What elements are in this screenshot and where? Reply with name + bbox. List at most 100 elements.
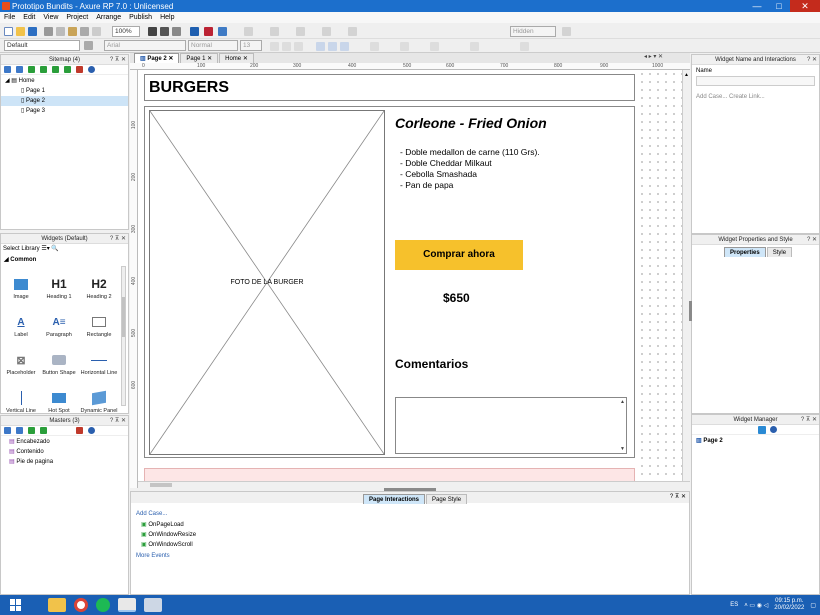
price-label[interactable]: $650 [443,291,470,305]
ingredients-list[interactable]: - Doble medallon de carne (110 Grs). - D… [400,147,540,191]
fill-color-icon[interactable] [400,42,409,51]
close-button[interactable]: ✕ [790,0,820,12]
file-explorer-icon[interactable] [48,598,66,612]
move-down-icon[interactable] [40,427,47,434]
font-select[interactable]: Arial [104,40,186,51]
publish-icon[interactable] [204,27,213,36]
name-input[interactable] [696,76,815,86]
undo-icon[interactable] [80,27,89,36]
menu-arrange[interactable]: Arrange [92,14,125,21]
hidden-checkbox[interactable]: Hidden [510,26,556,37]
axure-taskbar-icon[interactable] [118,598,136,612]
library-menu-icon[interactable]: ☰▾ [41,246,49,252]
move-up-icon[interactable] [28,427,35,434]
clock[interactable]: 09:15 p.m. 20/02/2022 [774,598,804,612]
select-library[interactable]: Select Library ☰▾ 🔍 [1,244,128,255]
canvas-vertical-scrollbar[interactable]: ▲ [682,70,690,481]
sitemap-item-home[interactable]: ◢ ▤ Home [1,76,128,86]
zoom-select[interactable]: 100% [112,26,140,37]
event-on-window-resize[interactable]: ▣ OnWindowResize [141,530,689,540]
align-right-icon[interactable] [340,42,349,51]
style-edit-icon[interactable] [84,41,93,50]
manager-item-page-2[interactable]: ▥ Page 2 [692,435,819,444]
distribute-icon[interactable] [322,27,331,36]
style-select[interactable]: Default [4,40,80,51]
tab-page-style[interactable]: Page Style [426,494,468,504]
sitemap-item-page-2[interactable]: ▯ Page 2 [1,96,128,106]
master-item-contenido[interactable]: ▤ Contenido [1,447,128,457]
event-on-window-scroll[interactable]: ▣ OnWindowScroll [141,540,689,550]
start-button-icon[interactable] [10,599,22,611]
move-down-icon[interactable] [40,66,47,73]
tab-properties[interactable]: Properties [724,247,766,257]
add-page-icon[interactable] [4,66,11,73]
paint-icon[interactable] [144,598,162,612]
widget-hot-spot[interactable]: Hot Spot [39,388,79,413]
select-mode-icon[interactable] [148,27,157,36]
new-file-icon[interactable] [4,27,13,36]
widget-dynamic-panel[interactable]: Dynamic Panel [79,388,119,413]
footer-panel[interactable] [144,468,635,481]
product-title[interactable]: Corleone - Fried Onion [395,115,547,131]
create-link-link[interactable]: Create Link... [729,94,765,100]
minimize-button[interactable]: — [746,0,768,12]
event-on-page-load[interactable]: ▣ OnPageLoad [141,520,689,530]
search-icon[interactable] [88,66,95,73]
widget-horizontal-line[interactable]: Horizontal Line [79,350,119,376]
add-folder-icon[interactable] [16,427,23,434]
widget-vertical-line[interactable]: Vertical Line [1,388,41,413]
lock-icon[interactable] [348,27,357,36]
sitemap-item-page-1[interactable]: ▯ Page 1 [1,86,128,96]
panel-controls-icon[interactable]: ? ⊼ ✕ [110,55,126,65]
spotify-icon[interactable] [96,598,110,612]
align-icon[interactable] [296,27,305,36]
widget-paragraph[interactable]: A≡ Paragraph [39,312,79,339]
widget-placeholder[interactable]: ⊠ Placeholder [1,350,41,377]
widget-button-shape[interactable]: Button Shape [39,350,79,376]
add-master-icon[interactable] [4,427,11,434]
close-tab-icon[interactable]: ✕ [243,56,248,62]
open-folder-icon[interactable] [16,27,25,36]
burger-image-placeholder[interactable]: FOTO DE LA BURGER [149,110,385,455]
connector-icon[interactable] [160,27,169,36]
widget-image[interactable]: Image [1,274,41,300]
tray-icons[interactable]: ˄ ▭ ◉ ◁ [744,602,768,609]
align-left-icon[interactable] [316,42,325,51]
chrome-icon[interactable] [74,598,88,612]
add-folder-icon[interactable] [16,66,23,73]
menu-project[interactable]: Project [62,14,92,21]
right-splitter[interactable] [689,301,692,321]
canvas-horizontal-scrollbar[interactable] [138,481,690,488]
comments-textarea[interactable]: ▲ ▼ [395,397,627,454]
tab-page-interactions[interactable]: Page Interactions [363,494,426,504]
more-events-link[interactable]: More Events [131,550,689,559]
widget-label[interactable]: A Label [1,312,41,339]
menu-help[interactable]: Help [156,14,178,21]
search-icon[interactable] [88,427,95,434]
font-weight-select[interactable]: Normal [188,40,238,51]
scroll-up-icon[interactable]: ▲ [620,399,625,405]
buy-now-button[interactable]: Comprar ahora [395,240,523,270]
search-icon[interactable] [770,426,777,433]
scroll-down-icon[interactable]: ▼ [620,446,625,452]
panel-controls-icon[interactable]: ? ✕ [807,55,817,65]
align-center-icon[interactable] [328,42,337,51]
line-style-icon[interactable] [470,42,479,51]
generate-icon[interactable] [218,27,227,36]
panel-controls-icon[interactable]: ? ⊼ ✕ [801,415,817,425]
border-color-icon[interactable] [430,42,439,51]
bring-front-icon[interactable] [270,27,279,36]
move-up-icon[interactable] [28,66,35,73]
tab-list-controls[interactable]: ◂ ▸ ▾ ✕ [644,53,663,60]
font-size-select[interactable]: 13 [240,40,262,51]
menu-file[interactable]: File [0,14,19,21]
panel-controls-icon[interactable]: ? ⊼ ✕ [110,416,126,426]
menu-publish[interactable]: Publish [125,14,156,21]
outdent-icon[interactable] [64,66,71,73]
maximize-button[interactable]: □ [768,0,790,12]
master-item-encabezado[interactable]: ▤ Encabezado [1,437,128,447]
tab-home[interactable]: Home ✕ [219,53,254,63]
menu-edit[interactable]: Edit [19,14,39,21]
widget-section-common[interactable]: ◢ Common [1,255,128,265]
tab-page-2[interactable]: ▥ Page 2 ✕ [134,53,180,63]
